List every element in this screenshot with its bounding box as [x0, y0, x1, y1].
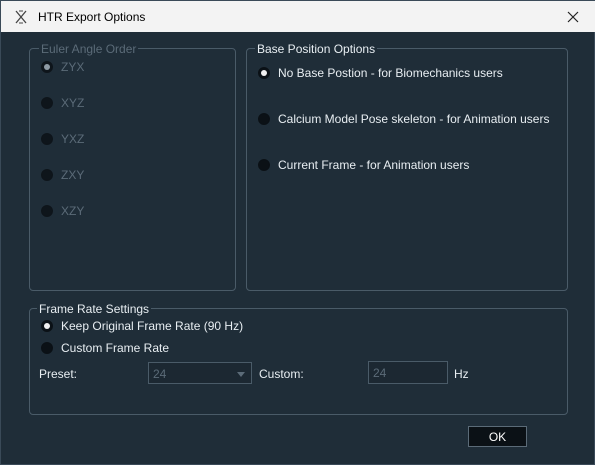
- radio-xyz[interactable]: [41, 97, 53, 109]
- radio-calcium-model-pose[interactable]: [258, 113, 270, 125]
- base-option-label: Calcium Model Pose skeleton - for Animat…: [278, 112, 550, 126]
- custom-label: Custom:: [259, 367, 304, 381]
- euler-option-xzy[interactable]: XZY: [41, 204, 84, 218]
- base-option-calcium-model-pose[interactable]: Calcium Model Pose skeleton - for Animat…: [258, 112, 549, 126]
- close-icon: [567, 11, 579, 22]
- euler-option-xyz[interactable]: XYZ: [41, 96, 84, 110]
- radio-zxy[interactable]: [41, 169, 53, 181]
- frame-rate-option-label: Custom Frame Rate: [61, 341, 170, 355]
- base-option-current-frame[interactable]: Current Frame - for Animation users: [258, 158, 469, 172]
- custom-frame-rate-input[interactable]: 24: [368, 361, 448, 384]
- radio-keep-original-frame-rate[interactable]: [41, 320, 53, 332]
- base-option-no-base-position[interactable]: No Base Postion - for Biomechanics users: [258, 66, 503, 80]
- radio-current-frame[interactable]: [258, 159, 270, 171]
- radio-yxz[interactable]: [41, 133, 53, 145]
- htr-export-options-dialog: HTR Export Options Euler Angle Order ZYX…: [0, 0, 595, 465]
- base-position-options-legend: Base Position Options: [255, 42, 378, 56]
- ok-button[interactable]: OK: [468, 426, 527, 447]
- ok-button-label: OK: [488, 429, 507, 444]
- frame-rate-option-keep-original[interactable]: Keep Original Frame Rate (90 Hz): [41, 319, 243, 333]
- frame-rate-option-label: Keep Original Frame Rate (90 Hz): [61, 319, 244, 333]
- frame-rate-settings-legend: Frame Rate Settings: [37, 302, 152, 316]
- radio-zyx[interactable]: [41, 61, 53, 73]
- window-title: HTR Export Options: [38, 10, 146, 24]
- base-option-label: Current Frame - for Animation users: [278, 158, 470, 172]
- close-button[interactable]: [550, 1, 595, 32]
- custom-value: 24: [373, 366, 387, 380]
- euler-option-label: ZXY: [61, 168, 85, 182]
- radio-custom-frame-rate[interactable]: [41, 342, 53, 354]
- preset-value: 24: [153, 367, 167, 381]
- htr-app-icon: [15, 10, 27, 24]
- euler-option-zxy[interactable]: ZXY: [41, 168, 84, 182]
- euler-option-yxz[interactable]: YXZ: [41, 132, 84, 146]
- euler-option-label: YXZ: [61, 132, 85, 146]
- euler-option-zyx[interactable]: ZYX: [41, 60, 84, 74]
- preset-dropdown[interactable]: 24: [148, 362, 252, 384]
- euler-option-label: XYZ: [61, 96, 85, 110]
- euler-option-label: ZYX: [61, 60, 85, 74]
- radio-no-base-position[interactable]: [258, 67, 270, 79]
- preset-label: Preset:: [39, 367, 78, 381]
- base-option-label: No Base Postion - for Biomechanics users: [278, 66, 503, 80]
- euler-option-label: XZY: [61, 204, 85, 218]
- chevron-down-icon: [237, 372, 245, 377]
- euler-angle-order-legend: Euler Angle Order: [39, 42, 139, 56]
- frame-rate-option-custom[interactable]: Custom Frame Rate: [41, 341, 169, 355]
- hz-unit-label: Hz: [454, 367, 469, 381]
- radio-xzy[interactable]: [41, 205, 53, 217]
- title-bar: HTR Export Options: [1, 1, 595, 32]
